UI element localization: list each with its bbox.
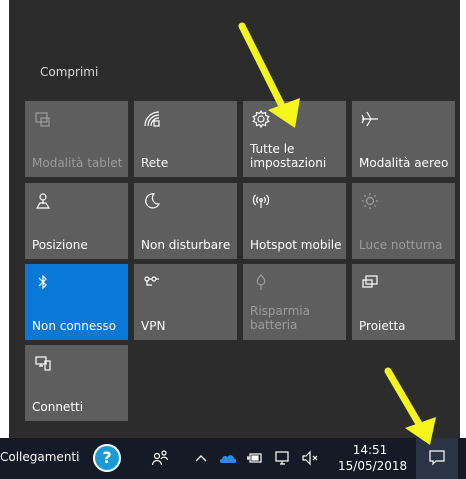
tile-label: Hotspot mobile xyxy=(250,238,342,252)
tile-label: Non connesso xyxy=(32,319,117,333)
help-icon[interactable]: ? xyxy=(93,444,121,472)
annotation-arrow xyxy=(238,22,300,128)
location-icon xyxy=(33,191,53,211)
battery-saver-icon xyxy=(251,272,271,292)
hotspot-icon xyxy=(251,191,271,211)
moon-icon xyxy=(142,191,162,211)
collapse-link[interactable]: Comprimi xyxy=(40,65,98,79)
vpn-icon xyxy=(142,272,162,292)
project-icon xyxy=(360,272,380,292)
tile-project[interactable]: Proietta xyxy=(352,264,455,340)
chevron-up-icon[interactable] xyxy=(191,448,211,468)
tile-label: Posizione xyxy=(32,238,88,252)
tile-label: Risparmia batteria xyxy=(250,304,310,332)
annotation-arrow xyxy=(384,367,436,445)
tile-label: Proietta xyxy=(359,319,406,333)
tile-label: Connetti xyxy=(32,400,84,414)
people-icon[interactable] xyxy=(150,448,170,468)
screen: Comprimi Modalità tablet Rete Tutte le i… xyxy=(0,0,466,479)
tile-vpn[interactable]: VPN xyxy=(134,264,237,340)
battery-icon[interactable] xyxy=(245,448,265,468)
network-icon xyxy=(142,109,162,129)
tile-bluetooth[interactable]: Non connesso xyxy=(25,264,128,340)
tile-label: Luce notturna xyxy=(359,238,443,252)
bluetooth-icon xyxy=(33,272,53,292)
tile-battery-saver[interactable]: Risparmia batteria xyxy=(243,264,346,340)
tile-tablet-mode[interactable]: Modalità tablet xyxy=(25,101,128,177)
tile-label: Modalità tablet xyxy=(32,156,123,170)
connect-icon xyxy=(33,353,53,373)
links-toolbar[interactable]: Collegamenti xyxy=(0,450,79,464)
tile-network[interactable]: Rete xyxy=(134,101,237,177)
tile-airplane-mode[interactable]: Modalità aereo xyxy=(352,101,455,177)
tile-do-not-disturb[interactable]: Non disturbare xyxy=(134,183,237,259)
tile-connect[interactable]: Connetti xyxy=(25,345,128,421)
tile-label: Rete xyxy=(141,156,169,170)
tile-location[interactable]: Posizione xyxy=(25,183,128,259)
brightness-icon xyxy=(360,191,380,211)
clock-date: 15/05/2018 xyxy=(338,459,408,473)
tile-night-light[interactable]: Luce notturna xyxy=(352,183,455,259)
tile-label: Tutte le impostazioni xyxy=(250,142,327,170)
tile-label: Modalità aereo xyxy=(359,156,449,170)
onedrive-icon[interactable] xyxy=(218,448,238,468)
tile-label: VPN xyxy=(141,319,166,333)
tile-mobile-hotspot[interactable]: Hotspot mobile xyxy=(243,183,346,259)
tile-label: Non disturbare xyxy=(141,238,231,252)
network-icon[interactable] xyxy=(273,448,293,468)
volume-muted-icon[interactable] xyxy=(300,448,320,468)
tablet-mode-icon xyxy=(33,109,53,129)
airplane-icon xyxy=(360,109,380,129)
notification-icon xyxy=(428,448,446,469)
